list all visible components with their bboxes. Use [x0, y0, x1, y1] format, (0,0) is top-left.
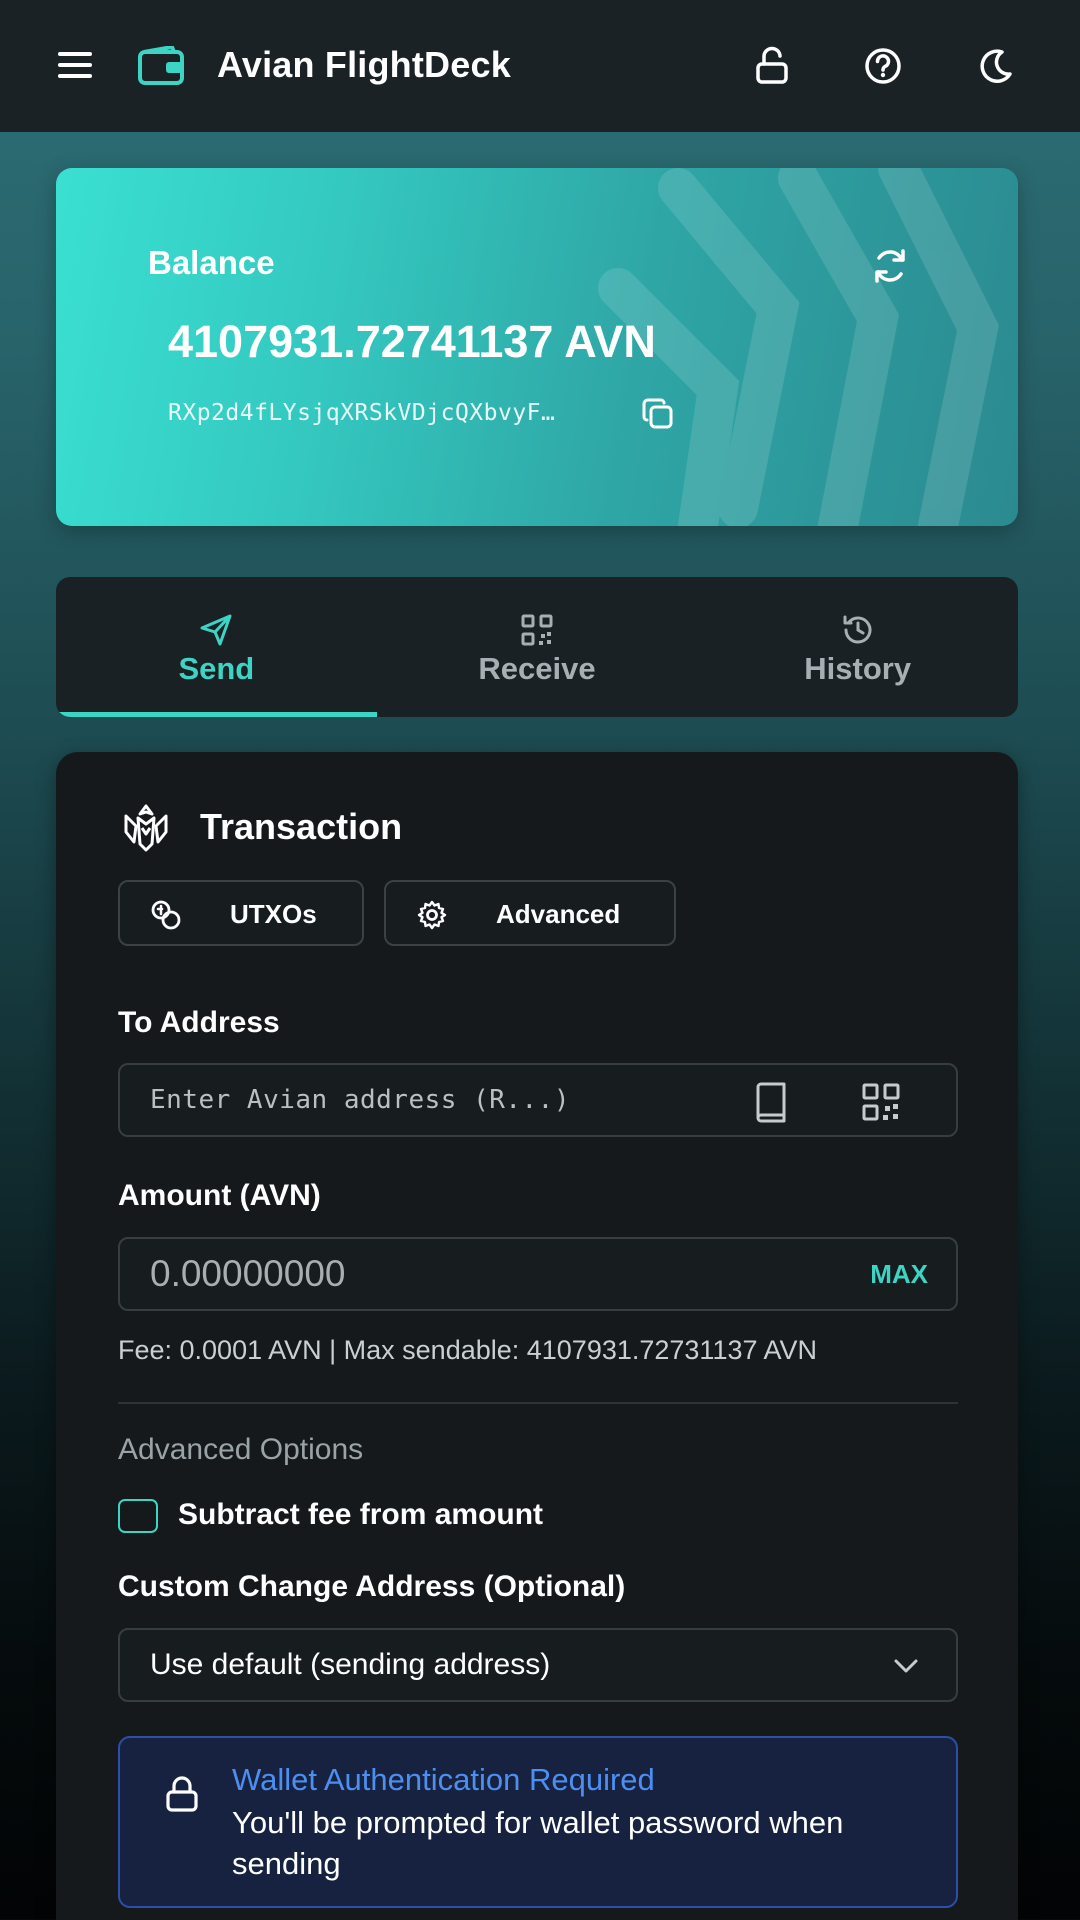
panel-title: Transaction — [200, 806, 403, 847]
tab-send[interactable]: Send — [56, 577, 377, 717]
tab-receive[interactable]: Receive — [377, 577, 698, 717]
qr-scan-icon[interactable] — [860, 1081, 902, 1123]
app-header: Avian FlightDeck — [0, 0, 1080, 132]
max-button[interactable]: MAX — [870, 1259, 928, 1290]
fee-info: Fee: 0.0001 AVN | Max sendable: 4107931.… — [118, 1335, 818, 1365]
advanced-options-heading: Advanced Options — [118, 1433, 364, 1466]
auth-title: Wallet Authentication Required — [232, 1762, 655, 1797]
help-icon[interactable] — [861, 44, 905, 88]
balance-value: 4107931.72741137 AVN — [168, 316, 656, 367]
address-book-icon[interactable] — [750, 1081, 792, 1123]
divider — [118, 1402, 958, 1404]
history-icon — [843, 615, 872, 644]
advanced-button[interactable]: Advanced — [384, 880, 676, 946]
gear-icon — [417, 900, 447, 930]
lock-icon — [166, 1776, 198, 1812]
menu-icon[interactable] — [58, 52, 92, 78]
moon-icon[interactable] — [972, 44, 1016, 88]
amount-input[interactable] — [150, 1239, 710, 1309]
unlock-icon[interactable] — [750, 44, 794, 88]
to-address-input[interactable] — [150, 1065, 710, 1135]
copy-icon[interactable] — [640, 396, 676, 432]
subtract-fee-checkbox[interactable] — [118, 1499, 158, 1533]
balance-label: Balance — [148, 244, 275, 281]
coins-icon — [151, 900, 181, 930]
send-icon — [200, 614, 232, 646]
tab-receive-label: Receive — [478, 651, 596, 686]
avian-logo-icon — [124, 804, 168, 852]
transaction-panel: Transaction UTXOs Advanced To Address Am… — [56, 752, 1018, 1920]
change-address-select[interactable]: Use default (sending address) — [118, 1628, 958, 1702]
wallet-address: RXp2d4fLYsjqXRSkVDjcQXbvyF… — [168, 400, 556, 426]
tab-history[interactable]: History — [697, 577, 1018, 717]
to-address-field — [118, 1063, 958, 1137]
tab-history-label: History — [804, 651, 912, 686]
change-address-value: Use default (sending address) — [150, 1648, 551, 1681]
change-address-label: Custom Change Address (Optional) — [118, 1570, 626, 1603]
advanced-label: Advanced — [496, 899, 621, 929]
utxos-button[interactable]: UTXOs — [118, 880, 364, 946]
to-address-label: To Address — [118, 1006, 280, 1039]
balance-card: Balance 4107931.72741137 AVN RXp2d4fLYsj… — [56, 168, 1018, 526]
auth-notice: Wallet Authentication Required You'll be… — [118, 1736, 958, 1908]
refresh-icon[interactable] — [868, 244, 912, 288]
chevron-down-icon — [894, 1659, 918, 1673]
amount-label: Amount (AVN) — [118, 1179, 321, 1212]
main-tabs: Send Receive History — [56, 577, 1018, 717]
auth-message: You'll be prompted for wallet password w… — [232, 1805, 844, 1881]
utxos-label: UTXOs — [230, 899, 317, 929]
amount-field: MAX — [118, 1237, 958, 1311]
app-title: Avian FlightDeck — [217, 44, 511, 85]
subtract-fee-label[interactable]: Subtract fee from amount — [178, 1498, 543, 1532]
wallet-icon — [138, 46, 184, 85]
qr-code-icon — [521, 614, 553, 646]
tab-send-label: Send — [178, 651, 255, 686]
